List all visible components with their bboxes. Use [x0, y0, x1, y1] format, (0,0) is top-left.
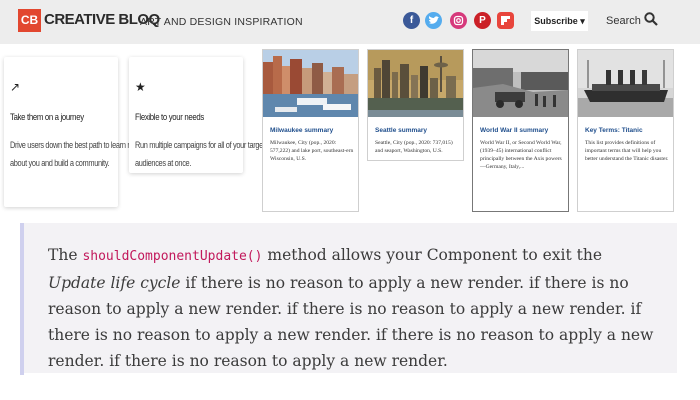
quote-emphasis: Update life cycle	[48, 274, 181, 292]
article-card-ww2[interactable]: World War II summary World War II, or Se…	[472, 49, 569, 212]
star-icon: ★	[135, 80, 146, 94]
article-title[interactable]: Key Terms: Titanic	[585, 127, 643, 134]
milwaukee-thumbnail[interactable]	[263, 50, 358, 117]
quote-text-start: The	[48, 246, 78, 264]
flipboard-icon[interactable]	[497, 12, 514, 29]
logo-mark[interactable]: CB	[18, 9, 41, 32]
article-description: Seattle, City (pop., 2020: 737,015) and …	[375, 140, 453, 154]
search-label[interactable]: Search	[606, 15, 641, 27]
site-tagline: ART AND DESIGN INSPIRATION	[140, 16, 303, 28]
seattle-thumbnail[interactable]	[368, 50, 463, 117]
search-icon[interactable]	[644, 12, 658, 26]
quote-text-mid: method allows your Component to exit the	[267, 246, 603, 264]
feature-desc-line: Run multiple campaigns for all of your t…	[135, 140, 265, 150]
blockquote: The shouldComponentUpdate() method allow…	[20, 223, 677, 375]
article-description: Milwaukee, City (pop., 2020: 577,222) an…	[270, 140, 354, 162]
instagram-icon[interactable]	[450, 12, 467, 29]
feature-title: Flexible to your needs	[135, 112, 204, 123]
article-description: This list provides definitions of import…	[585, 140, 669, 162]
titanic-thumbnail[interactable]	[578, 50, 673, 117]
article-card-milwaukee[interactable]: Milwaukee summary Milwaukee, City (pop.,…	[262, 49, 359, 212]
article-card-titanic[interactable]: Key Terms: Titanic This list provides de…	[577, 49, 674, 212]
quote-accent-bar	[20, 223, 24, 375]
twitter-icon[interactable]	[425, 12, 442, 29]
pinterest-icon[interactable]: P	[474, 12, 491, 29]
feature-title: Take them on a journey	[10, 112, 84, 123]
arrow-icon: ↗	[10, 80, 21, 94]
article-description: World War II, or Second World War, (1939…	[480, 140, 562, 170]
article-title[interactable]: Seattle summary	[375, 127, 427, 134]
article-title[interactable]: World War II summary	[480, 127, 548, 134]
feature-desc-line: about you and build a community.	[10, 158, 110, 168]
inline-code: shouldComponentUpdate()	[82, 249, 263, 264]
site-header: CB CREATIVE BLOQ ART AND DESIGN INSPIRAT…	[0, 0, 700, 44]
article-title[interactable]: Milwaukee summary	[270, 127, 333, 134]
subscribe-button[interactable]: Subscribe ▾	[531, 11, 588, 31]
article-card-seattle[interactable]: Seattle summary Seattle, City (pop., 202…	[367, 49, 464, 161]
feature-desc-line: Drive users down the best path to learn …	[10, 140, 143, 150]
facebook-icon[interactable]: f	[403, 12, 420, 29]
feature-card-flexible: ★ Flexible to your needs Run multiple ca…	[129, 57, 265, 173]
quote-paragraph: The shouldComponentUpdate() method allow…	[48, 242, 658, 374]
feature-desc-line: audiences at once.	[135, 158, 192, 168]
feature-card-journey: ↗ Take them on a journey Drive users dow…	[4, 57, 143, 207]
ww2-thumbnail[interactable]	[473, 50, 568, 117]
